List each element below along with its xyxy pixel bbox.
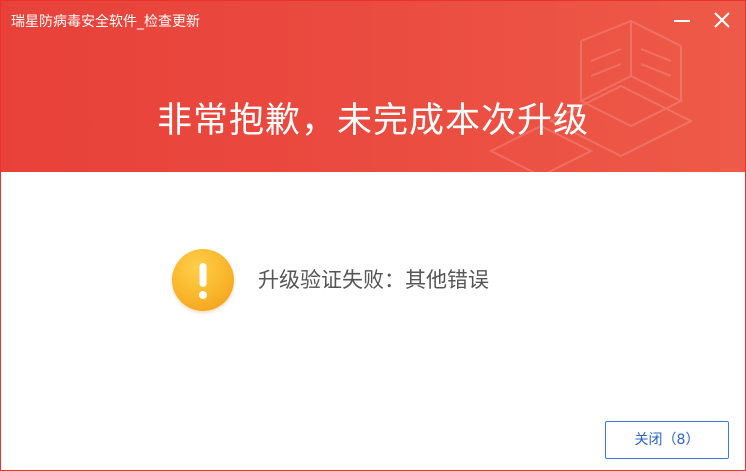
update-dialog: 瑞星防病毒安全软件_检查更新 非常抱歉，未完成本次升级 升级验证失败：其他错误 … [0,0,746,471]
minimize-button[interactable] [665,5,699,35]
failure-headline: 非常抱歉，未完成本次升级 [156,101,589,141]
error-message: 升级验证失败：其他错误 [258,268,489,292]
minimize-icon [674,20,690,22]
window-title: 瑞星防病毒安全软件_检查更新 [11,14,200,30]
close-button[interactable]: 关闭（8） [605,421,729,459]
dialog-header: 瑞星防病毒安全软件_检查更新 非常抱歉，未完成本次升级 [1,1,745,172]
warning-exclamation-icon [172,249,234,311]
close-icon [714,12,730,28]
close-window-button[interactable] [705,5,739,35]
